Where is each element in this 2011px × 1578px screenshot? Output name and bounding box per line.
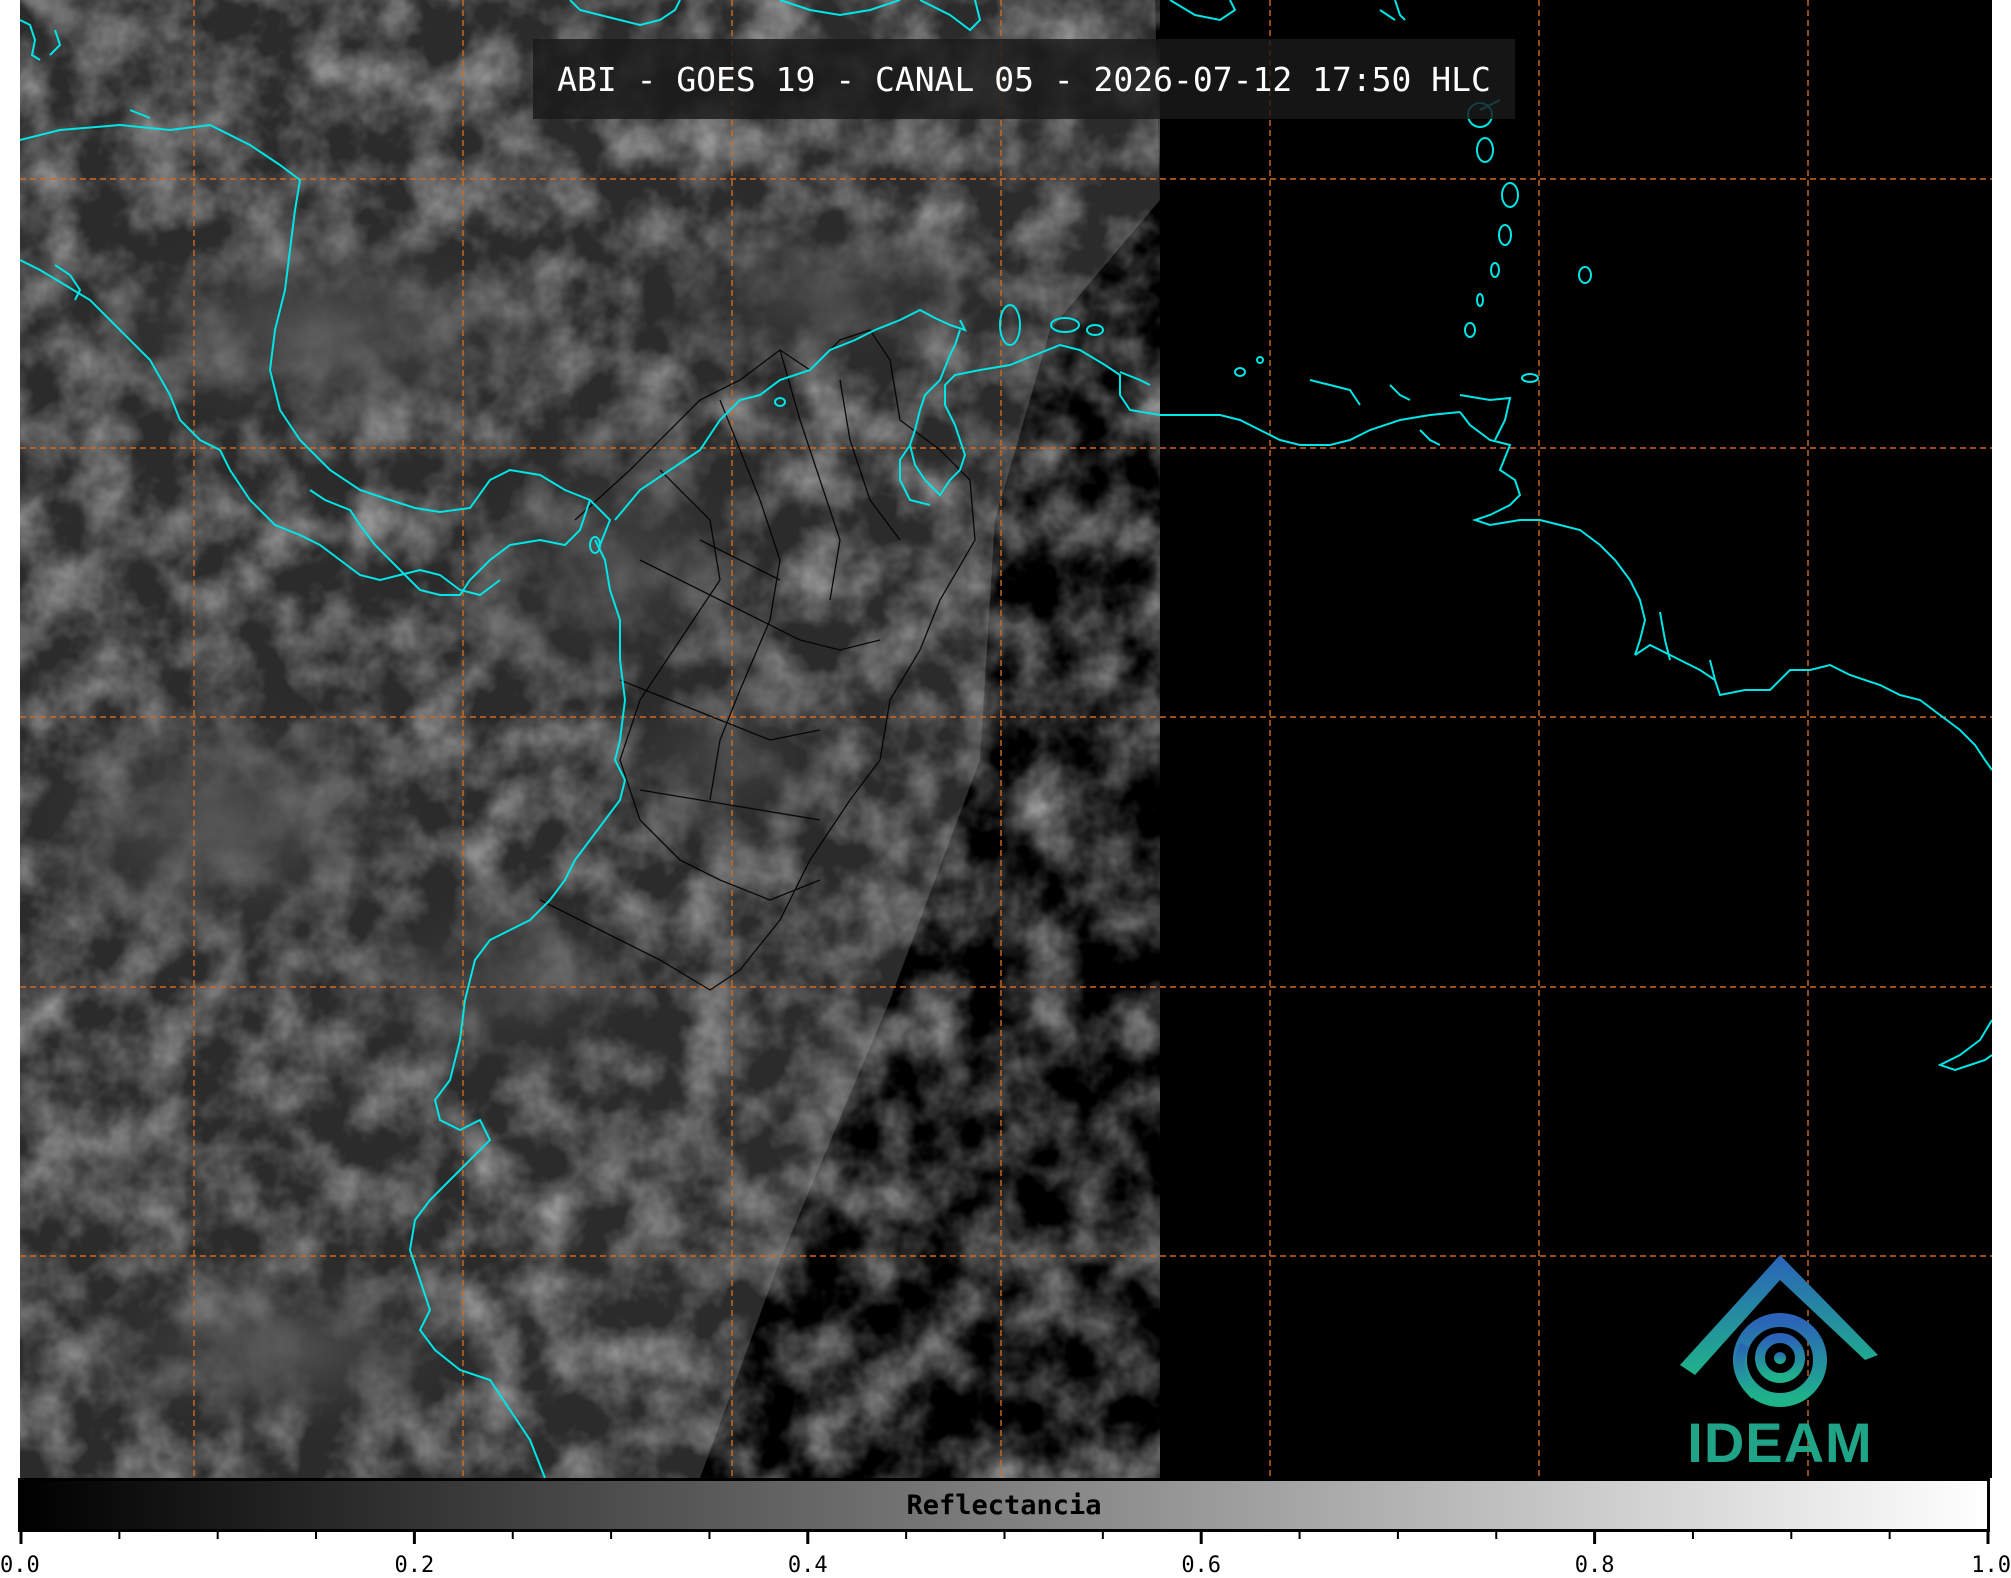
colorbar-tick-label: 0.2 bbox=[394, 1553, 435, 1578]
colorbar-label: Reflectancia bbox=[906, 1489, 1102, 1521]
map-title: ABI - GOES 19 - CANAL 05 - 2026-07-12 17… bbox=[557, 59, 1491, 99]
colorbar-tick-label: 0.0 bbox=[0, 1553, 40, 1578]
ideam-swirl-logo-icon bbox=[1680, 1255, 1878, 1407]
colorbar-tick-label: 0.4 bbox=[787, 1553, 828, 1578]
colorbar-tick-label: 1.0 bbox=[1971, 1553, 2011, 1578]
colorbar-ticks: 0.0 0.2 0.4 0.6 0.8 1.0 bbox=[0, 1530, 2011, 1578]
logo-text: IDEAM bbox=[1687, 1411, 1873, 1474]
colorbar-tick-marks bbox=[19, 1530, 1990, 1544]
colorbar: Reflectancia bbox=[18, 1478, 1990, 1532]
title-box: ABI - GOES 19 - CANAL 05 - 2026-07-12 17… bbox=[533, 39, 1515, 119]
satellite-map: ABI - GOES 19 - CANAL 05 - 2026-07-12 17… bbox=[20, 0, 1992, 1478]
ideam-logo: IDEAM bbox=[1660, 1250, 1900, 1475]
colorbar-tick-label: 0.6 bbox=[1181, 1553, 1222, 1578]
colorbar-tick-label: 0.8 bbox=[1574, 1553, 1615, 1578]
